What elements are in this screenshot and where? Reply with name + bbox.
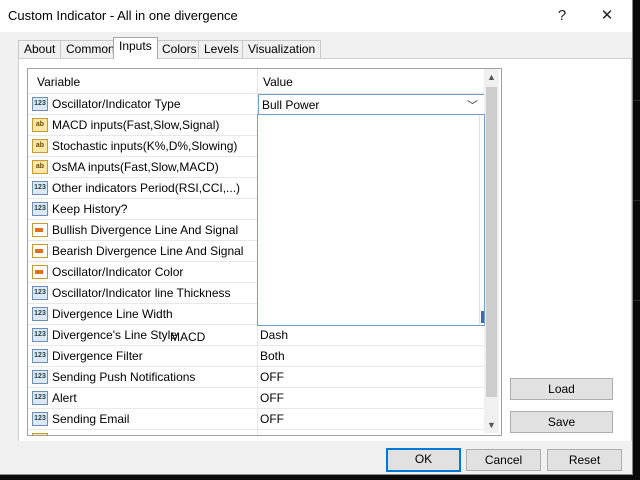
row-value[interactable]: OFF xyxy=(260,412,284,426)
row-variable-name: Oscillator/Indicator line Thickness xyxy=(52,286,231,300)
ok-button[interactable]: OK xyxy=(386,448,461,472)
value-combobox[interactable]: Bull Power ﹀ xyxy=(258,94,485,116)
grid-header: Variable Value xyxy=(28,69,484,94)
string-type-icon: ab xyxy=(32,433,48,435)
row-value[interactable]: Dash xyxy=(260,328,288,342)
row-variable-name: Divergence Line Width xyxy=(52,307,173,321)
scroll-thumb[interactable] xyxy=(486,87,497,397)
dropdown-scroll-thumb[interactable] xyxy=(481,311,484,323)
table-row[interactable]: 123 Divergence's Line Style Dash xyxy=(28,325,484,346)
number-type-icon: 123 xyxy=(32,328,48,342)
color-type-icon xyxy=(32,265,48,279)
table-row[interactable]: 123 Divergence Filter Both xyxy=(28,346,484,367)
string-type-icon: ab xyxy=(32,139,48,153)
number-type-icon: 123 xyxy=(32,412,48,426)
row-variable-name: Stochastic inputs(K%,D%,Slowing) xyxy=(52,139,238,153)
macd-overlay-label: MACD xyxy=(170,330,206,344)
row-variable-name: Bullish Divergence Line And Signal xyxy=(52,223,239,237)
row-variable-name: Alert xyxy=(52,391,77,405)
row-variable-name: Sending Email xyxy=(52,412,130,426)
number-type-icon: 123 xyxy=(32,202,48,216)
reset-button[interactable]: Reset xyxy=(547,449,622,471)
row-variable-name: Sending Push Notifications xyxy=(52,370,196,384)
row-value[interactable]: OFF xyxy=(260,370,284,384)
title-bar: Custom Indicator - All in one divergence… xyxy=(0,0,632,32)
row-variable-name: Prefix(enter diffrent to use multi in a … xyxy=(52,433,279,435)
color-type-icon xyxy=(32,244,48,258)
number-type-icon: 123 xyxy=(32,307,48,321)
number-type-icon: 123 xyxy=(32,349,48,363)
grid-scrollbar[interactable]: ▲ ▼ xyxy=(484,69,499,433)
table-row[interactable]: 123 Sending Email OFF xyxy=(28,409,484,430)
window-title: Custom Indicator - All in one divergence xyxy=(8,8,238,23)
row-variable-name: OsMA inputs(Fast,Slow,MACD) xyxy=(52,160,219,174)
help-icon[interactable]: ? xyxy=(547,4,577,28)
custom-indicator-dialog: Custom Indicator - All in one divergence… xyxy=(0,0,633,475)
row-variable-name: Bearish Divergence Line And Signal xyxy=(52,244,244,258)
row-value[interactable]: DV xyxy=(260,433,277,435)
chevron-down-icon[interactable]: ﹀ xyxy=(467,97,478,113)
row-value[interactable]: Both xyxy=(260,349,285,363)
tab-colors[interactable]: Colors xyxy=(156,40,203,58)
number-type-icon: 123 xyxy=(32,370,48,384)
number-type-icon: 123 xyxy=(32,391,48,405)
row-variable-name: MACD inputs(Fast,Slow,Signal) xyxy=(52,118,220,132)
row-variable-name: Other indicators Period(RSI,CCI,...) xyxy=(52,181,241,195)
number-type-icon: 123 xyxy=(32,286,48,300)
string-type-icon: ab xyxy=(32,160,48,174)
color-type-icon xyxy=(32,223,48,237)
column-header-variable[interactable]: Variable xyxy=(37,75,80,89)
save-button[interactable]: Save xyxy=(510,411,613,433)
column-header-value[interactable]: Value xyxy=(263,75,293,89)
row-value[interactable]: OFF xyxy=(260,391,284,405)
number-type-icon: 123 xyxy=(32,97,48,111)
string-type-icon: ab xyxy=(32,118,48,132)
scroll-up-icon[interactable]: ▲ xyxy=(484,69,499,85)
cancel-button[interactable]: Cancel xyxy=(466,449,541,471)
tab-inputs[interactable]: Inputs xyxy=(113,37,158,59)
row-variable-name: Oscillator/Indicator Color xyxy=(52,265,184,279)
table-row[interactable]: 123 Sending Push Notifications OFF xyxy=(28,367,484,388)
scroll-down-icon[interactable]: ▼ xyxy=(484,417,499,433)
dropdown-list[interactable] xyxy=(257,114,485,326)
dropdown-scrollbar[interactable] xyxy=(479,115,484,325)
row-variable-name: Divergence Filter xyxy=(52,349,143,363)
tab-common[interactable]: Common xyxy=(60,40,121,58)
tab-about[interactable]: About xyxy=(18,40,62,58)
load-button[interactable]: Load xyxy=(510,378,613,400)
row-variable-name: Divergence's Line Style xyxy=(52,328,178,342)
tab-visualization[interactable]: Visualization xyxy=(242,40,322,58)
table-row[interactable]: 123 Alert OFF xyxy=(28,388,484,409)
close-icon[interactable]: ✕ xyxy=(592,4,622,28)
row-variable-name: Keep History? xyxy=(52,202,128,216)
table-row[interactable]: ab Prefix(enter diffrent to use multi in … xyxy=(28,430,484,435)
tab-levels[interactable]: Levels xyxy=(198,40,245,58)
number-type-icon: 123 xyxy=(32,181,48,195)
row-variable-name: Oscillator/Indicator Type xyxy=(52,97,181,111)
combobox-value: Bull Power xyxy=(262,98,320,112)
